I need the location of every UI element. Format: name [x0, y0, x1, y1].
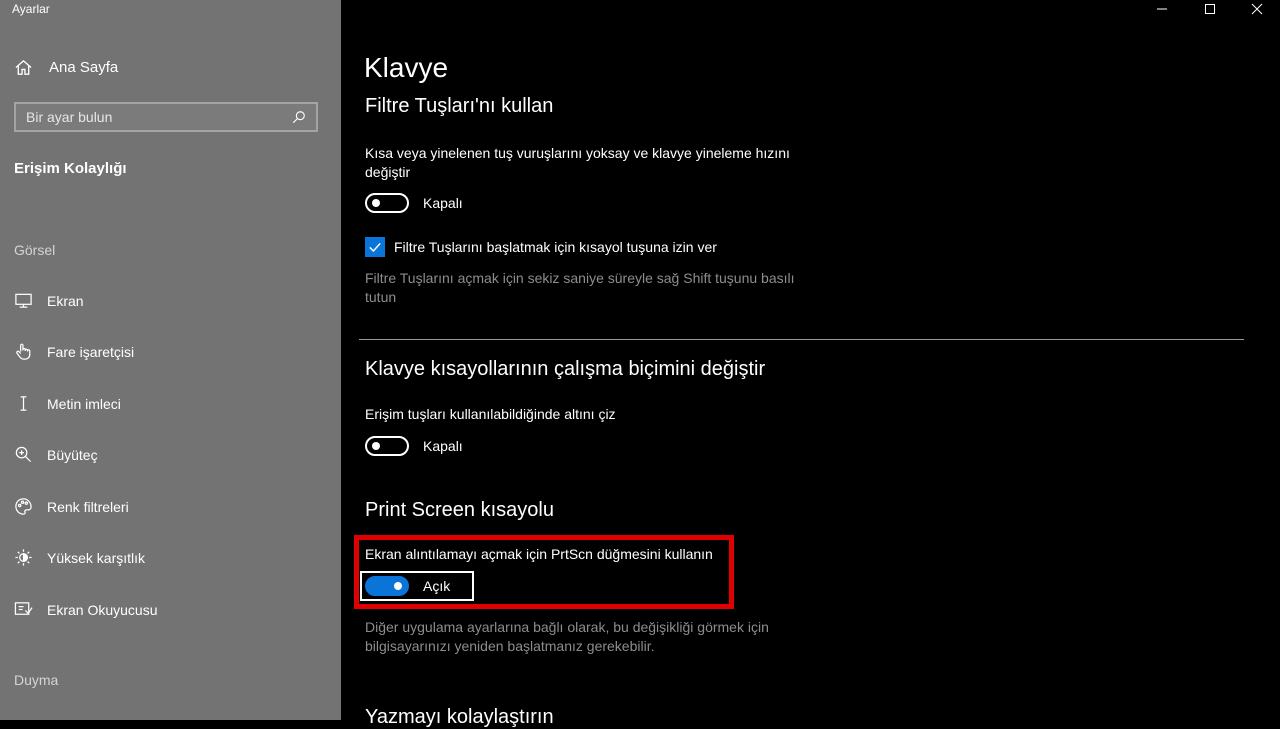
toggle-knob: [372, 442, 380, 450]
text-cursor-icon: [20, 396, 27, 411]
toggle-knob: [394, 582, 402, 590]
search-icon[interactable]: [292, 110, 306, 124]
filter-keys-description: Kısa veya yinelenen tuş vuruşlarını yoks…: [365, 145, 790, 180]
section-divider: [359, 339, 1244, 340]
print-screen-toggle[interactable]: [365, 576, 409, 596]
sidebar: Ayarlar Ana Sayfa Erişim Kolaylığı Görse…: [0, 0, 341, 720]
sidebar-item-mouse-pointer[interactable]: Fare işaretçisi: [14, 342, 134, 361]
sidebar-item-label: Büyüteç: [47, 446, 98, 463]
filter-keys-toggle[interactable]: [365, 193, 409, 213]
filter-keys-toggle-row[interactable]: Kapalı: [365, 193, 463, 213]
page-title: Klavye: [364, 52, 449, 83]
filter-keys-shortcut-checkbox[interactable]: [365, 237, 385, 257]
sidebar-item-color-filters[interactable]: Renk filtreleri: [14, 497, 129, 516]
group-label-visual: Görsel: [14, 242, 56, 258]
sidebar-item-magnifier[interactable]: Büyüteç: [14, 445, 98, 464]
sidebar-item-display[interactable]: Ekran: [14, 291, 84, 310]
sidebar-home[interactable]: Ana Sayfa: [14, 58, 118, 77]
print-screen-description: Ekran alıntılamayı açmak için PrtScn düğ…: [365, 546, 713, 562]
filter-keys-toggle-state: Kapalı: [423, 195, 463, 211]
shortcuts-toggle-row[interactable]: Kapalı: [365, 436, 463, 456]
print-screen-hint: Diğer uygulama ayarlarına bağlı olarak, …: [365, 619, 769, 654]
toggle-knob: [372, 199, 380, 207]
shortcuts-toggle-state: Kapalı: [423, 438, 463, 454]
sidebar-item-narrator[interactable]: Ekran Okuyucusu: [14, 600, 158, 619]
section-title: Erişim Kolaylığı: [14, 160, 127, 177]
shortcuts-description: Erişim tuşları kullanılabildiğinde altın…: [365, 406, 616, 422]
sidebar-item-text-cursor[interactable]: Metin imleci: [14, 394, 121, 413]
sidebar-item-label: Fare işaretçisi: [47, 343, 135, 360]
group-label-hearing: Duyma: [14, 672, 59, 688]
filter-keys-hint: Filtre Tuşlarını açmak için sekiz saniye…: [365, 270, 795, 305]
search-box[interactable]: [14, 102, 318, 132]
underline-access-keys-toggle[interactable]: [365, 436, 409, 456]
sidebar-item-label: Ekran: [47, 292, 84, 309]
sidebar-item-high-contrast[interactable]: Yüksek karşıtlık: [14, 548, 145, 567]
sidebar-home-label: Ana Sayfa: [49, 59, 119, 76]
shortcuts-heading: Klavye kısayollarının çalışma biçimini d…: [365, 358, 766, 380]
filter-keys-heading: Filtre Tuşları'nı kullan: [365, 95, 554, 117]
sidebar-item-label: Renk filtreleri: [47, 498, 129, 515]
high-contrast-icon: [15, 549, 32, 566]
sidebar-item-label: Ekran Okuyucusu: [47, 601, 158, 618]
main-content: Klavye Filtre Tuşları'nı kullan Kısa vey…: [341, 0, 1280, 728]
app-title: Ayarlar: [12, 2, 50, 16]
monitor-icon: [15, 293, 32, 308]
print-screen-toggle-state: Açık: [423, 578, 451, 594]
checkmark-icon: [369, 242, 381, 253]
sidebar-item-label: Yüksek karşıtlık: [47, 549, 146, 566]
home-icon: [15, 59, 32, 75]
narrator-icon: [14, 602, 33, 615]
typing-heading: Yazmayı kolaylaştırın: [365, 706, 554, 728]
magnifier-icon: [15, 446, 32, 463]
print-screen-heading: Print Screen kısayolu: [365, 499, 554, 521]
sidebar-item-label: Metin imleci: [47, 395, 121, 412]
mouse-pointer-icon: [16, 343, 31, 360]
print-screen-toggle-row[interactable]: Açık: [365, 576, 450, 596]
search-input[interactable]: [26, 109, 276, 125]
color-filter-icon: [15, 498, 32, 515]
filter-keys-shortcut-label: Filtre Tuşlarını başlatmak için kısayol …: [394, 239, 717, 255]
filter-keys-shortcut-checkbox-row[interactable]: Filtre Tuşlarını başlatmak için kısayol …: [365, 237, 717, 257]
